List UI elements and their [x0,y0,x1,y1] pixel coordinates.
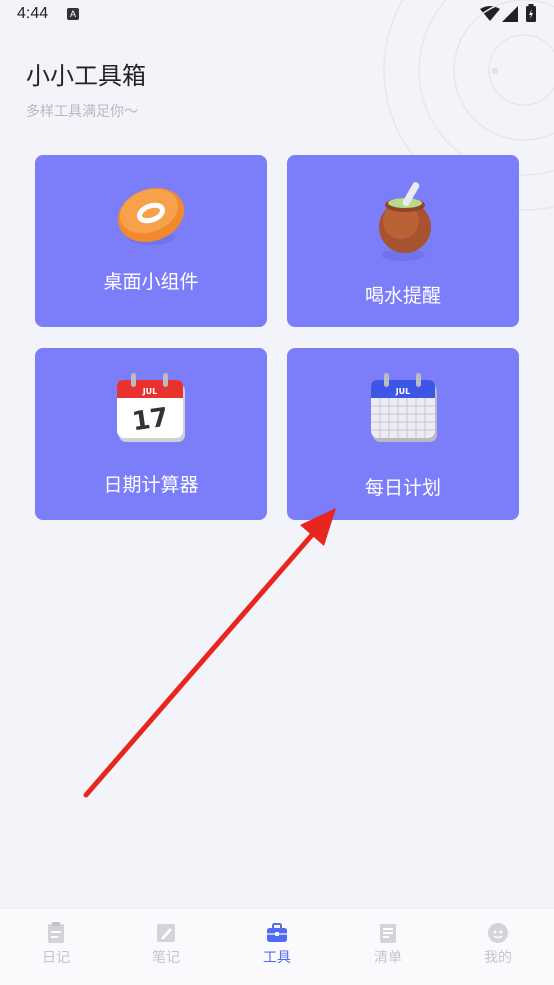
tool-card-label: 日期计算器 [103,474,199,496]
tool-card-label: 喝水提醒 [364,285,441,307]
tool-card-label: 桌面小组件 [103,271,199,293]
tool-card-widget[interactable]: 桌面小组件 [35,155,267,327]
tab-label: 清单 [374,950,402,966]
calendar-month-text: JUL [142,387,158,396]
note-icon [157,924,175,942]
list-icon [380,924,396,943]
calendar-plan-icon: JUL [371,373,437,442]
diary-icon [48,922,64,943]
tool-card-date-calculator[interactable]: JUL 17 日期计算器 [35,348,267,520]
toolbox-icon [267,923,287,942]
tab-tools[interactable]: 工具 [222,909,332,985]
status-time: 4:44 [17,5,49,22]
widget-disc-icon [117,187,185,245]
tab-label: 工具 [263,950,291,966]
tab-label: 我的 [484,950,512,966]
page-title: 小小工具箱 [26,62,146,90]
calendar-month-text: JUL [395,387,411,396]
calendar-date-icon: JUL 17 [117,373,185,442]
tab-list[interactable]: 清单 [333,909,443,985]
profile-icon [488,923,508,943]
tab-profile[interactable]: 我的 [443,909,553,985]
bottom-tab-bar: 日记 笔记 工具 清单 我的 [0,908,554,985]
tab-notes[interactable]: 笔记 [111,909,221,985]
tool-card-label: 每日计划 [364,477,441,499]
tool-card-daily-plan[interactable]: JUL 每日计划 [287,348,519,520]
tab-label: 笔记 [152,950,180,966]
notification-icon: A [67,8,79,20]
calendar-day-text: 17 [130,403,170,438]
water-cup-icon [379,182,431,261]
page-subtitle: 多样工具满足你～ [26,104,138,120]
tab-diary[interactable]: 日记 [1,909,111,985]
tab-label: 日记 [42,950,70,966]
tool-card-water[interactable]: 喝水提醒 [287,155,519,327]
